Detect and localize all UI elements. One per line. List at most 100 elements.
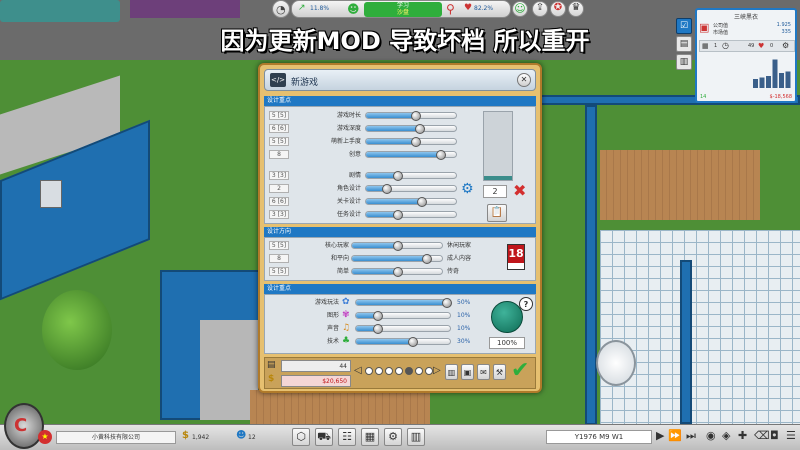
- level-box: 6 [6]: [269, 197, 289, 206]
- level-box: 8: [269, 254, 289, 263]
- tool-c-icon[interactable]: ✚: [738, 429, 747, 442]
- slider-knob[interactable]: [393, 210, 404, 220]
- award-icon[interactable]: ✪: [550, 1, 566, 17]
- info-bar: [766, 76, 771, 88]
- slider-knob[interactable]: [393, 171, 404, 181]
- slider[interactable]: [365, 210, 457, 220]
- slider[interactable]: [365, 111, 457, 121]
- direction-slider-knob[interactable]: [393, 267, 403, 277]
- check-icon: ☑: [679, 21, 689, 31]
- focus-category-icon: ♣: [342, 336, 351, 346]
- slider-knob[interactable]: [415, 124, 426, 134]
- focus-total-pie: [491, 301, 523, 333]
- section-design-focus: 设计重点: [264, 96, 536, 106]
- focus-pct: 10%: [457, 325, 471, 332]
- people-icon: ☷: [342, 430, 352, 443]
- dialog-title: 新游戏: [291, 78, 319, 88]
- slider-knob[interactable]: [382, 184, 393, 194]
- slider[interactable]: [365, 184, 457, 194]
- slider-knob[interactable]: [435, 150, 446, 160]
- settings-button[interactable]: ⚒: [493, 364, 506, 380]
- slider-knob[interactable]: [411, 137, 422, 147]
- slider[interactable]: [365, 171, 457, 181]
- bus: [0, 0, 120, 22]
- slider-knob[interactable]: [416, 197, 427, 207]
- camera-icon[interactable]: ◘: [770, 429, 779, 442]
- page-dot[interactable]: [415, 367, 423, 375]
- page-dot[interactable]: [385, 367, 393, 375]
- company-logo[interactable]: C: [4, 403, 44, 449]
- slider-knob[interactable]: [411, 111, 422, 121]
- play-button[interactable]: ▶: [656, 429, 664, 442]
- direction-slider[interactable]: [351, 254, 443, 264]
- help-button[interactable]: ?: [519, 297, 533, 311]
- focus-slider[interactable]: [355, 298, 452, 308]
- notes-button[interactable]: ▥: [445, 364, 458, 380]
- focus-slider[interactable]: [355, 311, 451, 321]
- level-box: 3 [3]: [269, 171, 289, 180]
- shop-button[interactable]: ⛟: [315, 428, 333, 446]
- build-button[interactable]: ⬡: [292, 428, 310, 446]
- checklist-button[interactable]: ☑: [676, 18, 692, 34]
- focus-slider-knob[interactable]: [373, 311, 384, 321]
- stats-button[interactable]: ▥: [407, 428, 425, 446]
- slider[interactable]: [365, 197, 457, 207]
- faster-button[interactable]: ⏭: [686, 429, 696, 443]
- prev-page-button[interactable]: ◁: [354, 365, 362, 376]
- top-icon-group: ☺ ⇪ ✪ ♛: [512, 0, 592, 18]
- trophy-icon[interactable]: ♛: [568, 1, 584, 17]
- focus-slider[interactable]: [355, 337, 451, 347]
- smile-icon[interactable]: ☺: [512, 1, 528, 17]
- focus-slider-knob[interactable]: [373, 324, 384, 334]
- side-count: 2: [483, 185, 507, 198]
- next-page-button[interactable]: ▷: [433, 365, 441, 376]
- design-focus-body: ⚙ 2 ✖ 📋 5 [5] 游戏时长 6 [6] 游戏深度 5 [5] 萌新上手度 8 创意 3…: [264, 106, 536, 224]
- upload-icon[interactable]: ⇪: [532, 1, 548, 17]
- notebook-icon: ▤: [679, 39, 689, 49]
- mail-button[interactable]: ✉: [477, 364, 490, 380]
- page-dot[interactable]: [425, 367, 433, 375]
- slider[interactable]: [365, 150, 457, 160]
- save-button[interactable]: ▣: [461, 364, 474, 380]
- direction-slider-knob[interactable]: [393, 241, 403, 251]
- focus-slider-knob[interactable]: [442, 298, 452, 308]
- slider[interactable]: [365, 124, 457, 134]
- cancel-x-button[interactable]: ✖: [513, 181, 526, 200]
- page-dot[interactable]: [365, 367, 373, 375]
- focus-slider[interactable]: [355, 324, 451, 334]
- focus-slider-fill: [356, 339, 413, 344]
- develop-button[interactable]: ⚙: [384, 428, 402, 446]
- board-icon: ▦: [364, 430, 376, 443]
- slider-label: 游戏深度: [336, 125, 361, 132]
- mascot-icon[interactable]: ☻: [347, 2, 360, 16]
- close-button[interactable]: ✕: [517, 73, 531, 87]
- focus-slider-knob[interactable]: [407, 337, 418, 347]
- notebook-button[interactable]: ▤: [676, 36, 692, 52]
- confirm-button[interactable]: ✔: [511, 358, 529, 383]
- slider-label: 任务设计: [336, 211, 361, 218]
- menu-icon[interactable]: ☰: [786, 429, 796, 442]
- chart-button[interactable]: ▥: [676, 54, 692, 70]
- top-status-bar: ↗ 11.8% ☻ 学习 沙盘 ⚲ ♥ 82.2%: [291, 0, 511, 18]
- page-dot[interactable]: [395, 367, 403, 375]
- direction-slider[interactable]: [351, 267, 443, 277]
- tools-icon: ⚒: [495, 368, 504, 377]
- tool-a-icon[interactable]: ◉: [706, 429, 716, 442]
- rating-pct: 11.8%: [310, 5, 330, 12]
- speed-dial[interactable]: ◔: [272, 0, 290, 18]
- tool-b-icon[interactable]: ◈: [722, 429, 730, 442]
- chalkboard-button[interactable]: ▦: [361, 428, 379, 446]
- clipboard-button[interactable]: 📋: [487, 204, 507, 222]
- staff-button[interactable]: ☷: [338, 428, 356, 446]
- trash-icon[interactable]: ⌫: [754, 429, 770, 442]
- slider-fill: [366, 113, 416, 118]
- level-box: 5 [5]: [269, 137, 289, 146]
- page-dot[interactable]: [405, 367, 413, 375]
- direction-slider[interactable]: [351, 241, 443, 251]
- direction-slider-knob[interactable]: [421, 254, 432, 264]
- slider[interactable]: [365, 137, 457, 147]
- research-icon[interactable]: ⚲: [446, 2, 455, 16]
- season-indicator[interactable]: 学习 沙盘: [364, 2, 442, 17]
- fast-button[interactable]: ⏩: [668, 429, 682, 442]
- page-dot[interactable]: [375, 367, 383, 375]
